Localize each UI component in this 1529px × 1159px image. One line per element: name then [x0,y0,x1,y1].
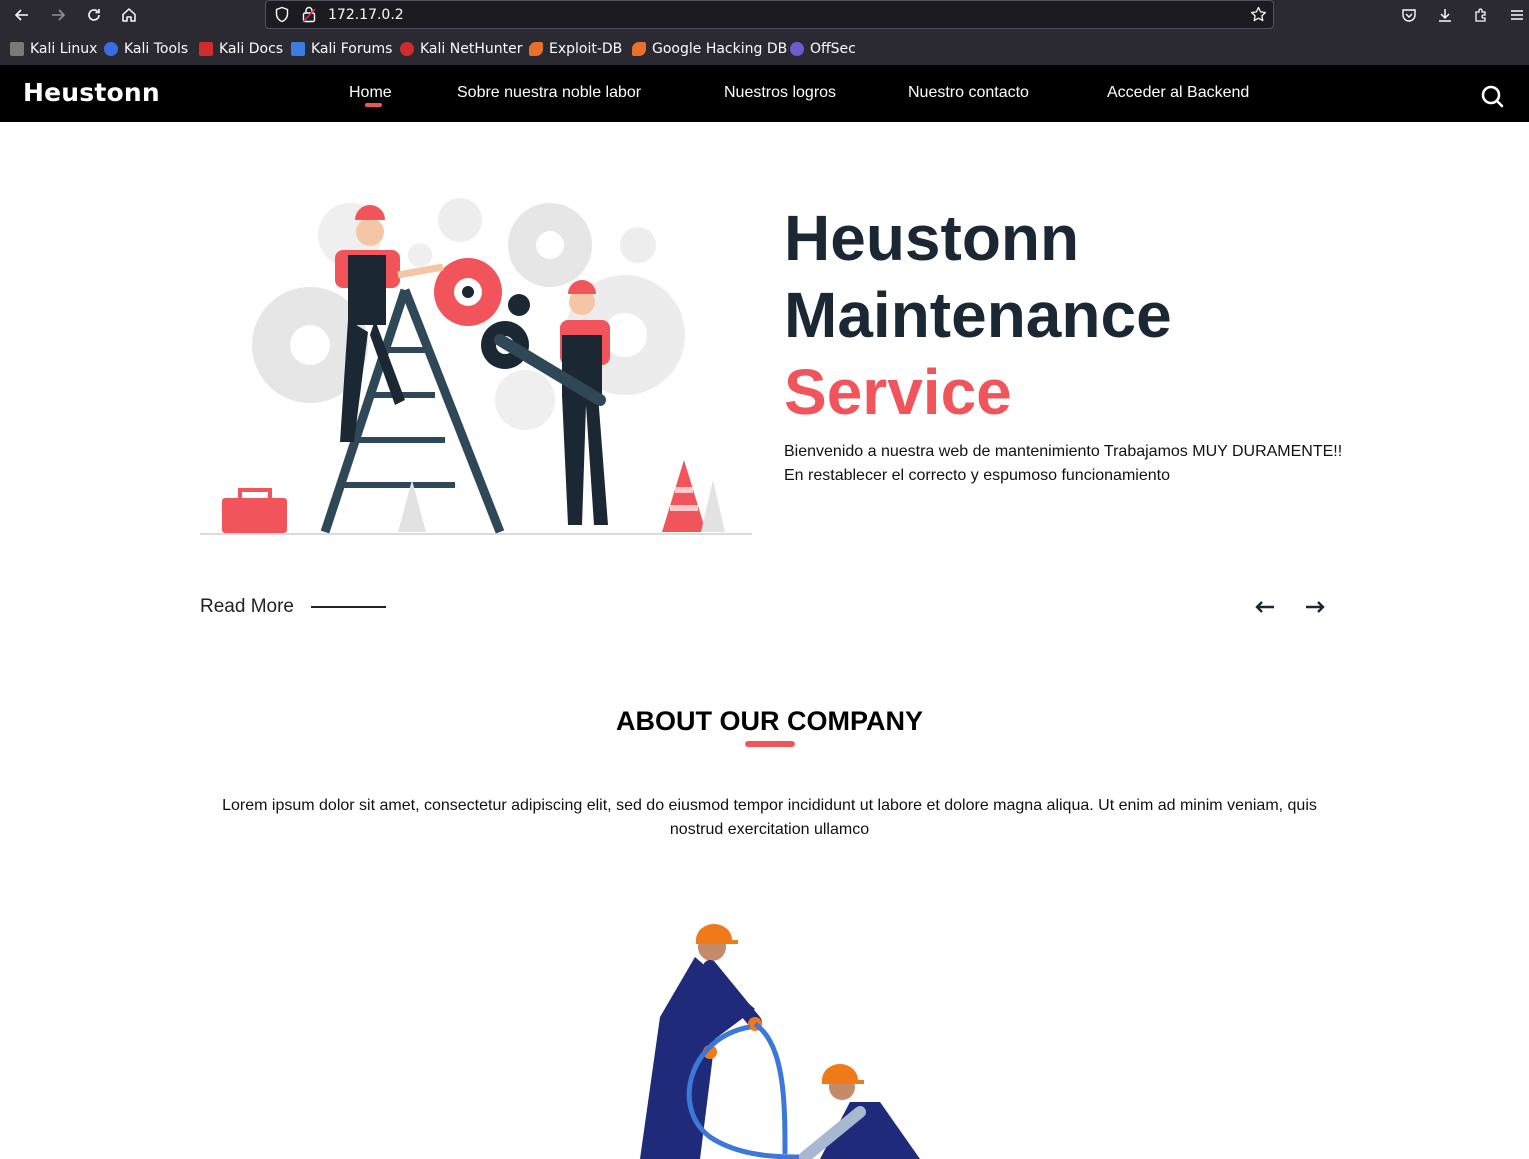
nav-logros[interactable]: Nuestros logros [724,84,836,102]
kali-docs-icon [199,42,213,56]
extensions-button[interactable] [1470,4,1492,26]
right-arrow-icon [1306,601,1325,613]
toolbox [222,498,287,533]
kali-forums-icon [291,42,305,56]
reload-icon [88,9,100,21]
hero-description-line1: Bienvenido a nuestra web de mantenimient… [784,443,1343,460]
nav-home[interactable]: Home [349,84,392,102]
site-logo[interactable]: Heustonn [23,78,160,107]
hamburger-menu-icon [1511,10,1523,20]
hero-description: Bienvenido a nuestra web de mantenimient… [784,440,1344,488]
active-nav-indicator [365,103,382,107]
pocket-icon [1402,9,1416,22]
site-header: Heustonn Home Sobre nuestra noble labor … [0,65,1529,122]
about-text: Lorem ipsum dolor sit amet, consectetur … [222,797,1317,838]
ghdb-icon [632,42,646,56]
offsec-icon [790,42,804,56]
maintenance-workers-illustration [200,198,752,535]
reload-button[interactable] [81,3,107,27]
bookmark-kali-forums[interactable]: Kali Forums [291,40,392,58]
url-text[interactable]: 172.17.0.2 [328,7,404,23]
hero-title-accent: Service [784,356,1012,428]
red-gear [434,258,502,326]
left-arrow-icon [1255,601,1274,613]
nav-backend[interactable]: Acceder al Backend [1107,84,1249,102]
kali-tools-icon [104,42,118,56]
download-icon [1439,9,1451,22]
shield-icon[interactable] [274,6,290,23]
nav-sobre[interactable]: Sobre nuestra noble labor [457,84,641,102]
address-bar[interactable]: 172.17.0.2 [265,0,1274,29]
bookmark-exploit-db[interactable]: Exploit-DB [529,40,622,58]
hero-title-line1: Heustonn [784,202,1080,274]
forward-button[interactable] [45,3,71,27]
hero-title-line2: Maintenance [784,279,1172,351]
kali-dragon-icon [10,42,24,56]
menu-button[interactable] [1506,4,1528,26]
plumbers-illustration [640,924,920,1159]
bookmarks-toolbar: Kali Linux Kali Tools Kali Docs Kali For… [0,31,1529,65]
standing-worker [640,924,762,1159]
exploit-db-icon [529,42,543,56]
bookmark-kali-linux[interactable]: Kali Linux [10,40,97,58]
pocket-button[interactable] [1398,4,1420,26]
bookmark-star-icon[interactable] [1250,6,1267,23]
downloads-button[interactable] [1434,4,1456,26]
home-icon [122,8,136,22]
bookmark-kali-tools[interactable]: Kali Tools [104,40,188,58]
read-more-line [311,606,386,608]
puzzle-icon [1475,8,1486,22]
kneeling-worker [799,1064,920,1159]
search-icon [1481,85,1504,108]
traffic-cone [662,460,706,532]
bookmark-offsec[interactable]: OffSec [790,40,856,58]
bookmark-kali-nethunter[interactable]: Kali NetHunter [400,40,522,58]
bookmark-google-hacking-db[interactable]: Google Hacking DB [632,40,787,58]
kali-nethunter-icon [400,42,414,56]
hero-title: Heustonn Maintenance Service [784,200,1172,431]
carousel-next-button[interactable] [1303,596,1327,618]
home-button[interactable] [116,3,142,27]
back-arrow-icon [14,9,28,21]
read-more-link[interactable]: Read More [200,596,294,618]
search-button[interactable] [1479,83,1505,109]
about-title: ABOUT OUR COMPANY [616,706,923,736]
insecure-lock-icon[interactable] [302,6,316,23]
carousel-prev-button[interactable] [1253,596,1277,618]
back-button[interactable] [9,3,35,27]
browser-toolbar: 172.17.0.2 [0,0,1529,31]
forward-arrow-icon [52,9,66,21]
about-title-underline [745,741,795,747]
nav-contacto[interactable]: Nuestro contacto [908,84,1029,102]
bookmark-kali-docs[interactable]: Kali Docs [199,40,283,58]
hero-description-line2: En restablecer el correcto y espumoso fu… [784,467,1170,484]
